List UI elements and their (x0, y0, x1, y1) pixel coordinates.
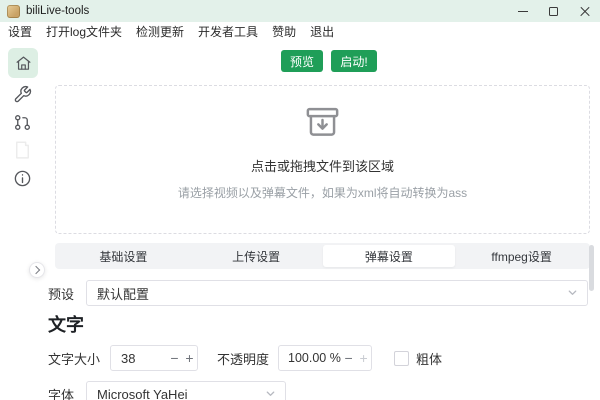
tab-ffmpeg-settings[interactable]: ffmpeg设置 (455, 245, 588, 267)
section-title-text: 文字 (48, 311, 84, 337)
font-size-value: 38 (111, 351, 167, 366)
opacity-plus-button[interactable]: + (356, 346, 371, 370)
font-size-label: 文字大小 (48, 349, 100, 368)
app-icon (7, 5, 20, 18)
sidebar-expand-button[interactable] (29, 262, 45, 278)
settings-tabs: 基础设置 上传设置 弹幕设置 ffmpeg设置 (55, 243, 590, 269)
preset-row: 预设 默认配置 (48, 280, 588, 306)
menu-item-devtools[interactable]: 开发者工具 (191, 23, 265, 40)
preview-button[interactable]: 预览 (281, 50, 323, 72)
chevron-right-icon (32, 266, 40, 274)
chevron-down-icon (567, 286, 578, 301)
font-row: 字体 Microsoft YaHei (48, 380, 286, 400)
font-select-value: Microsoft YaHei (97, 387, 265, 400)
font-size-plus-button[interactable]: + (182, 346, 197, 370)
menu-item-exit[interactable]: 退出 (303, 23, 341, 40)
window-title: biliLive-tools (26, 5, 89, 17)
opacity-label: 不透明度 (217, 349, 269, 368)
sidebar-item-home[interactable] (8, 48, 38, 78)
preset-label: 预设 (48, 284, 74, 303)
minimize-button[interactable] (507, 0, 538, 22)
text-controls-row: 文字大小 38 − + 不透明度 100.00 % − + 粗体 (48, 345, 442, 371)
tab-upload-settings[interactable]: 上传设置 (190, 245, 323, 267)
window-controls (507, 0, 600, 22)
tab-basic-settings[interactable]: 基础设置 (57, 245, 190, 267)
font-select[interactable]: Microsoft YaHei (86, 381, 286, 400)
font-size-input[interactable]: 38 − + (110, 345, 198, 371)
start-button[interactable]: 启动! (331, 50, 377, 72)
dropzone-subtitle: 请选择视频以及弹幕文件，如果为xml将自动转换为ass (178, 184, 467, 201)
menu-item-check-update[interactable]: 检测更新 (129, 23, 191, 40)
sidebar-item-tools[interactable] (13, 85, 32, 104)
sidebar-item-disabled[interactable] (10, 137, 35, 162)
sidebar-item-about[interactable] (13, 169, 32, 188)
preset-select[interactable]: 默认配置 (86, 280, 588, 306)
font-size-minus-button[interactable]: − (167, 346, 182, 370)
file-dropzone[interactable]: 点击或拖拽文件到该区域 请选择视频以及弹幕文件，如果为xml将自动转换为ass (55, 85, 590, 234)
close-icon (579, 5, 591, 17)
bold-label: 粗体 (416, 349, 442, 368)
menu-item-open-log-folder[interactable]: 打开log文件夹 (39, 23, 129, 40)
preset-select-value: 默认配置 (97, 284, 567, 303)
home-icon (15, 55, 32, 72)
faint-shape-icon (10, 137, 35, 162)
titlebar: biliLive-tools (0, 0, 600, 22)
bold-checkbox[interactable] (394, 351, 409, 366)
menubar: 设置 打开log文件夹 检测更新 开发者工具 赞助 退出 (0, 22, 600, 40)
flow-icon (13, 113, 32, 132)
wrench-icon (13, 85, 32, 104)
maximize-icon (549, 7, 558, 16)
opacity-input[interactable]: 100.00 % − + (278, 345, 372, 371)
close-button[interactable] (569, 0, 600, 22)
menu-item-settings[interactable]: 设置 (1, 23, 39, 40)
menu-item-sponsor[interactable]: 赞助 (265, 23, 303, 40)
font-label: 字体 (48, 385, 74, 400)
maximize-button[interactable] (538, 0, 569, 22)
info-icon (13, 169, 32, 188)
dropzone-title: 点击或拖拽文件到该区域 (251, 156, 394, 175)
app-window: biliLive-tools 设置 打开log文件夹 检测更新 开发者工具 赞助… (0, 0, 600, 400)
opacity-value: 100.00 % (279, 351, 341, 365)
sidebar (0, 40, 45, 400)
opacity-minus-button[interactable]: − (341, 346, 356, 370)
vertical-scrollbar-thumb[interactable] (589, 245, 594, 291)
box-download-icon (304, 103, 341, 145)
minimize-icon (518, 11, 528, 12)
sidebar-item-queue[interactable] (13, 113, 32, 132)
chevron-down-icon (265, 387, 276, 400)
tab-danmu-settings[interactable]: 弹幕设置 (323, 245, 456, 267)
